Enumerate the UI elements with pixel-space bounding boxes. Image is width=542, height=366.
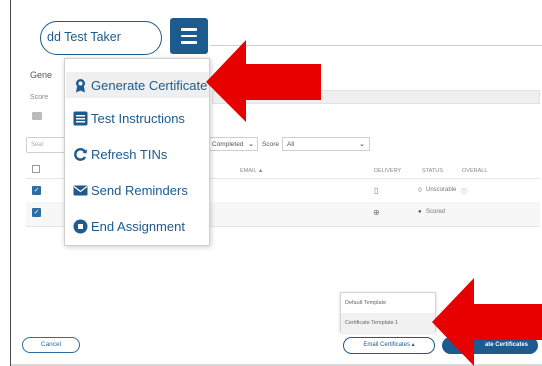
caret-up-icon: ▴ xyxy=(411,342,415,348)
select-all-checkbox[interactable] xyxy=(32,165,40,173)
hamburger-icon xyxy=(181,28,197,31)
refresh-icon xyxy=(73,147,88,162)
email-certificates-label: Email Certificates xyxy=(363,342,410,348)
menu-item-end-assignment[interactable]: End Assignment xyxy=(73,215,185,237)
status-filter-value: Completed xyxy=(212,140,244,148)
printer-icon[interactable] xyxy=(32,112,42,120)
stop-circle-icon xyxy=(73,219,88,234)
certificate-icon xyxy=(73,78,88,93)
menu-item-label: Generate Certificate xyxy=(91,77,208,93)
chevron-down-icon: ⌄ xyxy=(248,141,254,148)
status-unscorable-icon: ⦸ xyxy=(418,187,422,193)
template-option-certificate-1[interactable]: Certificate Template 1 xyxy=(341,313,435,333)
status-scored-icon: ● xyxy=(418,209,422,215)
chevron-down-icon: ⌄ xyxy=(359,141,365,148)
list-icon xyxy=(73,111,88,126)
window-left-border xyxy=(0,0,11,366)
actions-menu: Generate Certificate Test Instructions R… xyxy=(64,58,210,246)
status-text: Scored xyxy=(426,209,446,215)
status-text: Unscorable xyxy=(426,187,457,193)
score-label: Score xyxy=(30,94,49,101)
add-test-taker-button[interactable]: dd Test Taker xyxy=(40,21,162,55)
menu-item-label: Refresh TINs xyxy=(91,146,168,162)
menu-item-test-instructions[interactable]: Test Instructions xyxy=(73,107,185,129)
template-option-default[interactable]: Default Template xyxy=(341,293,435,313)
hamburger-menu-button[interactable] xyxy=(170,18,208,54)
info-icon: ⓘ xyxy=(461,190,468,196)
cancel-button[interactable]: Cancel xyxy=(22,337,80,353)
menu-item-generate-certificate[interactable]: Generate Certificate xyxy=(66,72,209,98)
page-title: Gene xyxy=(30,70,53,80)
menu-item-label: End Assignment xyxy=(91,218,185,234)
score-filter-value: All xyxy=(287,140,295,148)
delivery-online-icon: ⊕ xyxy=(373,208,380,217)
menu-item-send-reminders[interactable]: Send Reminders xyxy=(73,179,188,201)
column-header-status[interactable]: STATUS xyxy=(422,168,443,174)
email-certificates-button[interactable]: Email Certificates ▴ xyxy=(343,337,435,354)
menu-item-label: Test Instructions xyxy=(91,110,185,126)
envelope-icon xyxy=(73,183,88,198)
template-dropdown: Default Template Certificate Template 1 xyxy=(340,292,436,333)
column-header-delivery[interactable]: DELIVERY xyxy=(374,168,401,174)
delivery-paper-icon: ▯ xyxy=(374,186,379,195)
red-arrow-icon xyxy=(432,278,542,366)
menu-item-refresh-tins[interactable]: Refresh TINs xyxy=(73,143,167,165)
score-filter-select[interactable]: All ⌄ xyxy=(282,137,370,151)
row-checkbox[interactable]: ✓ xyxy=(32,208,41,217)
column-header-overall[interactable]: OVERALL xyxy=(462,168,487,174)
status-filter-select[interactable]: Completed ⌄ xyxy=(208,137,258,151)
red-arrow-icon xyxy=(206,40,321,122)
row-checkbox[interactable]: ✓ xyxy=(32,186,41,195)
menu-item-label: Send Reminders xyxy=(91,182,188,198)
column-header-email[interactable]: EMAIL ▲ xyxy=(240,168,263,174)
score-filter-label: Score xyxy=(262,140,279,148)
